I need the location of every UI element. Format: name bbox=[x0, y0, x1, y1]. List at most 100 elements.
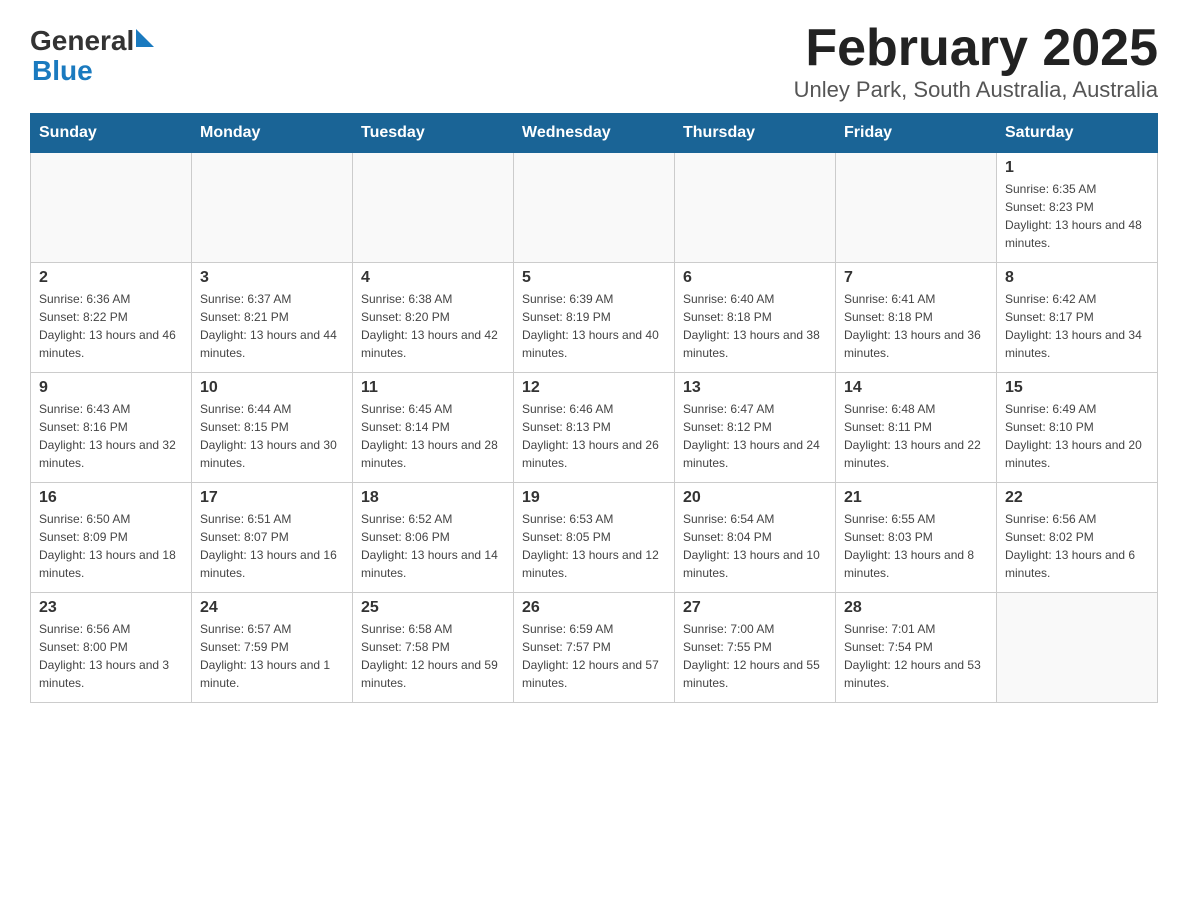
table-row: 25 Sunrise: 6:58 AMSunset: 7:58 PMDayligh… bbox=[353, 593, 514, 703]
day-number: 6 bbox=[683, 269, 827, 287]
header-monday: Monday bbox=[192, 114, 353, 153]
day-number: 17 bbox=[200, 489, 344, 507]
day-number: 22 bbox=[1005, 489, 1149, 507]
day-number: 21 bbox=[844, 489, 988, 507]
calendar-week-row: 9 Sunrise: 6:43 AMSunset: 8:16 PMDaylight… bbox=[31, 373, 1158, 483]
day-info: Sunrise: 6:45 AMSunset: 8:14 PMDaylight:… bbox=[361, 400, 505, 472]
table-row: 19 Sunrise: 6:53 AMSunset: 8:05 PMDayligh… bbox=[514, 483, 675, 593]
table-row: 3 Sunrise: 6:37 AMSunset: 8:21 PMDaylight… bbox=[192, 263, 353, 373]
day-number: 12 bbox=[522, 379, 666, 397]
table-row: 12 Sunrise: 6:46 AMSunset: 8:13 PMDayligh… bbox=[514, 373, 675, 483]
header-sunday: Sunday bbox=[31, 114, 192, 153]
table-row bbox=[192, 153, 353, 263]
day-info: Sunrise: 6:56 AMSunset: 8:00 PMDaylight:… bbox=[39, 620, 183, 692]
day-number: 15 bbox=[1005, 379, 1149, 397]
day-info: Sunrise: 6:49 AMSunset: 8:10 PMDaylight:… bbox=[1005, 400, 1149, 472]
day-number: 16 bbox=[39, 489, 183, 507]
logo: General Blue bbox=[30, 20, 154, 85]
logo-arrow-icon bbox=[136, 29, 154, 52]
table-row: 1Sunrise: 6:35 AMSunset: 8:23 PMDaylight… bbox=[997, 153, 1158, 263]
day-number: 11 bbox=[361, 379, 505, 397]
day-info: Sunrise: 7:01 AMSunset: 7:54 PMDaylight:… bbox=[844, 620, 988, 692]
day-number: 2 bbox=[39, 269, 183, 287]
calendar-week-row: 1Sunrise: 6:35 AMSunset: 8:23 PMDaylight… bbox=[31, 153, 1158, 263]
table-row: 15 Sunrise: 6:49 AMSunset: 8:10 PMDayligh… bbox=[997, 373, 1158, 483]
table-row: 5Sunrise: 6:39 AMSunset: 8:19 PMDaylight… bbox=[514, 263, 675, 373]
header-friday: Friday bbox=[836, 114, 997, 153]
calendar-subtitle: Unley Park, South Australia, Australia bbox=[794, 77, 1158, 103]
table-row: 8 Sunrise: 6:42 AMSunset: 8:17 PMDaylight… bbox=[997, 263, 1158, 373]
logo-general-text: General bbox=[30, 25, 134, 57]
day-number: 9 bbox=[39, 379, 183, 397]
day-number: 7 bbox=[844, 269, 988, 287]
day-info: Sunrise: 6:41 AMSunset: 8:18 PMDaylight:… bbox=[844, 290, 988, 362]
day-info: Sunrise: 6:38 AMSunset: 8:20 PMDaylight:… bbox=[361, 290, 505, 362]
calendar-week-row: 16 Sunrise: 6:50 AMSunset: 8:09 PMDayligh… bbox=[31, 483, 1158, 593]
day-number: 10 bbox=[200, 379, 344, 397]
day-number: 20 bbox=[683, 489, 827, 507]
calendar-week-row: 2 Sunrise: 6:36 AMSunset: 8:22 PMDaylight… bbox=[31, 263, 1158, 373]
day-info: Sunrise: 6:57 AMSunset: 7:59 PMDaylight:… bbox=[200, 620, 344, 692]
table-row: 22Sunrise: 6:56 AMSunset: 8:02 PMDayligh… bbox=[997, 483, 1158, 593]
day-info: Sunrise: 6:44 AMSunset: 8:15 PMDaylight:… bbox=[200, 400, 344, 472]
day-number: 26 bbox=[522, 599, 666, 617]
day-number: 1 bbox=[1005, 159, 1149, 177]
table-row: 21 Sunrise: 6:55 AMSunset: 8:03 PMDayligh… bbox=[836, 483, 997, 593]
table-row: 20 Sunrise: 6:54 AMSunset: 8:04 PMDayligh… bbox=[675, 483, 836, 593]
day-number: 3 bbox=[200, 269, 344, 287]
day-info: Sunrise: 7:00 AMSunset: 7:55 PMDaylight:… bbox=[683, 620, 827, 692]
day-number: 18 bbox=[361, 489, 505, 507]
header-thursday: Thursday bbox=[675, 114, 836, 153]
title-block: February 2025 Unley Park, South Australi… bbox=[794, 20, 1158, 103]
day-number: 25 bbox=[361, 599, 505, 617]
day-info: Sunrise: 6:47 AMSunset: 8:12 PMDaylight:… bbox=[683, 400, 827, 472]
table-row bbox=[675, 153, 836, 263]
day-number: 28 bbox=[844, 599, 988, 617]
table-row: 24 Sunrise: 6:57 AMSunset: 7:59 PMDayligh… bbox=[192, 593, 353, 703]
day-number: 27 bbox=[683, 599, 827, 617]
day-number: 4 bbox=[361, 269, 505, 287]
page-header: General Blue February 2025 Unley Park, S… bbox=[30, 20, 1158, 103]
table-row: 23 Sunrise: 6:56 AMSunset: 8:00 PMDayligh… bbox=[31, 593, 192, 703]
day-info: Sunrise: 6:43 AMSunset: 8:16 PMDaylight:… bbox=[39, 400, 183, 472]
table-row: 27 Sunrise: 7:00 AMSunset: 7:55 PMDayligh… bbox=[675, 593, 836, 703]
table-row: 16 Sunrise: 6:50 AMSunset: 8:09 PMDayligh… bbox=[31, 483, 192, 593]
day-number: 24 bbox=[200, 599, 344, 617]
table-row: 26Sunrise: 6:59 AMSunset: 7:57 PMDayligh… bbox=[514, 593, 675, 703]
day-info: Sunrise: 6:46 AMSunset: 8:13 PMDaylight:… bbox=[522, 400, 666, 472]
day-info: Sunrise: 6:58 AMSunset: 7:58 PMDaylight:… bbox=[361, 620, 505, 692]
day-info: Sunrise: 6:54 AMSunset: 8:04 PMDaylight:… bbox=[683, 510, 827, 582]
day-info: Sunrise: 6:51 AMSunset: 8:07 PMDaylight:… bbox=[200, 510, 344, 582]
calendar-table: Sunday Monday Tuesday Wednesday Thursday… bbox=[30, 113, 1158, 703]
logo-blue-text: Blue bbox=[30, 57, 93, 85]
header-wednesday: Wednesday bbox=[514, 114, 675, 153]
day-number: 19 bbox=[522, 489, 666, 507]
table-row: 7 Sunrise: 6:41 AMSunset: 8:18 PMDaylight… bbox=[836, 263, 997, 373]
table-row: 10 Sunrise: 6:44 AMSunset: 8:15 PMDayligh… bbox=[192, 373, 353, 483]
day-number: 14 bbox=[844, 379, 988, 397]
table-row: 28 Sunrise: 7:01 AMSunset: 7:54 PMDayligh… bbox=[836, 593, 997, 703]
table-row: 6 Sunrise: 6:40 AMSunset: 8:18 PMDaylight… bbox=[675, 263, 836, 373]
day-info: Sunrise: 6:53 AMSunset: 8:05 PMDaylight:… bbox=[522, 510, 666, 582]
day-number: 13 bbox=[683, 379, 827, 397]
table-row: 18Sunrise: 6:52 AMSunset: 8:06 PMDayligh… bbox=[353, 483, 514, 593]
day-info: Sunrise: 6:40 AMSunset: 8:18 PMDaylight:… bbox=[683, 290, 827, 362]
table-row bbox=[514, 153, 675, 263]
table-row: 11 Sunrise: 6:45 AMSunset: 8:14 PMDayligh… bbox=[353, 373, 514, 483]
table-row bbox=[836, 153, 997, 263]
table-row bbox=[31, 153, 192, 263]
day-info: Sunrise: 6:36 AMSunset: 8:22 PMDaylight:… bbox=[39, 290, 183, 362]
calendar-week-row: 23 Sunrise: 6:56 AMSunset: 8:00 PMDayligh… bbox=[31, 593, 1158, 703]
table-row: 14Sunrise: 6:48 AMSunset: 8:11 PMDayligh… bbox=[836, 373, 997, 483]
day-number: 8 bbox=[1005, 269, 1149, 287]
calendar-header-row: Sunday Monday Tuesday Wednesday Thursday… bbox=[31, 114, 1158, 153]
day-info: Sunrise: 6:50 AMSunset: 8:09 PMDaylight:… bbox=[39, 510, 183, 582]
day-info: Sunrise: 6:37 AMSunset: 8:21 PMDaylight:… bbox=[200, 290, 344, 362]
day-info: Sunrise: 6:42 AMSunset: 8:17 PMDaylight:… bbox=[1005, 290, 1149, 362]
header-tuesday: Tuesday bbox=[353, 114, 514, 153]
table-row: 17 Sunrise: 6:51 AMSunset: 8:07 PMDayligh… bbox=[192, 483, 353, 593]
table-row: 4 Sunrise: 6:38 AMSunset: 8:20 PMDaylight… bbox=[353, 263, 514, 373]
day-info: Sunrise: 6:55 AMSunset: 8:03 PMDaylight:… bbox=[844, 510, 988, 582]
day-info: Sunrise: 6:39 AMSunset: 8:19 PMDaylight:… bbox=[522, 290, 666, 362]
day-number: 23 bbox=[39, 599, 183, 617]
